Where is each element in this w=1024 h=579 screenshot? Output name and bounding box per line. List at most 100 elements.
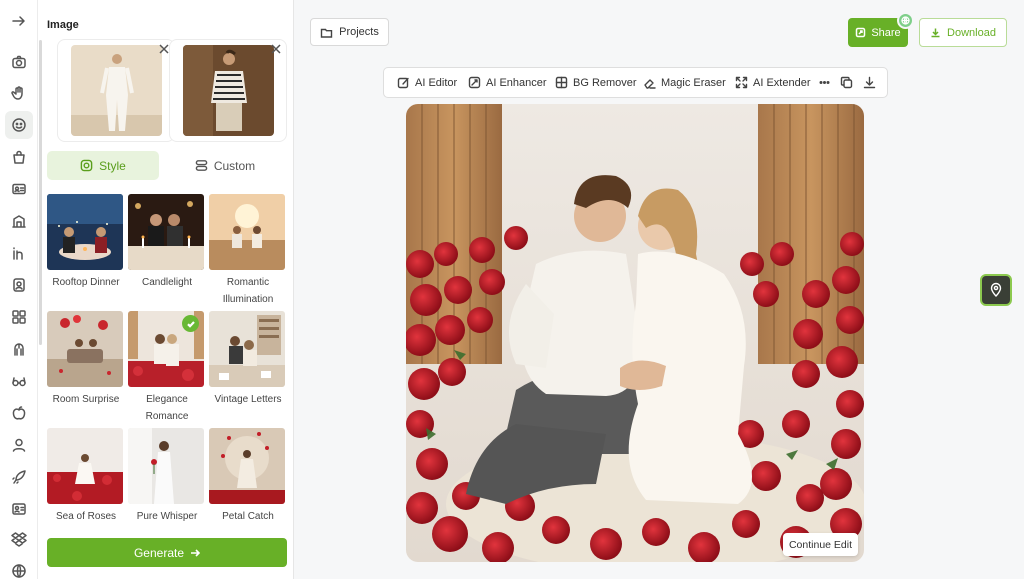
style-label: Candlelight — [141, 277, 193, 288]
magic-eraser-label: Magic Eraser — [661, 76, 726, 89]
style-label: Room Surprise — [52, 394, 120, 405]
style-tile[interactable]: Room Surprise — [47, 311, 125, 408]
building-icon[interactable] — [7, 209, 31, 233]
hand-icon[interactable] — [7, 81, 31, 105]
icon-rail — [0, 0, 38, 579]
style-tile[interactable]: Vintage Letters — [209, 311, 287, 408]
style-tile[interactable]: Sea of Roses — [47, 428, 125, 525]
download-label: Download — [947, 26, 996, 39]
style-tile[interactable]: Candlelight — [128, 194, 206, 291]
share-label: Share — [871, 26, 901, 39]
remove-reference-button[interactable] — [270, 42, 282, 54]
style-thumbnail — [128, 428, 204, 504]
style-label: Romantic Illumination — [222, 277, 274, 305]
reference-thumbnail — [71, 45, 162, 136]
toggle-icon — [195, 160, 208, 171]
download-icon — [863, 76, 876, 89]
style-tile[interactable]: Petal Catch — [209, 428, 287, 525]
style-tile[interactable]: Romantic Illumination — [209, 194, 287, 308]
style-tile[interactable]: Pure Whisper — [128, 428, 206, 525]
share-icon — [856, 27, 866, 38]
linkedin-icon[interactable] — [7, 241, 31, 265]
id-card-icon[interactable] — [7, 177, 31, 201]
tab-style[interactable]: Style — [47, 151, 159, 180]
style-thumbnail — [47, 428, 123, 504]
style-panel: Image Style Custom Rooftop Dinner Candle… — [38, 0, 294, 579]
download-button[interactable]: Download — [919, 18, 1007, 47]
more-button[interactable] — [818, 68, 831, 97]
generate-button[interactable]: Generate — [47, 538, 287, 567]
enhance-icon — [468, 76, 481, 89]
download-icon — [931, 28, 940, 38]
location-pin-icon — [990, 282, 1002, 297]
apple-icon[interactable] — [7, 401, 31, 425]
rocket-icon[interactable] — [7, 465, 31, 489]
toolbar-download-button[interactable] — [863, 68, 876, 97]
result-image[interactable] — [406, 104, 864, 562]
panel-title: Image — [47, 19, 79, 31]
dropbox-icon[interactable] — [7, 527, 31, 551]
style-label: Pure Whisper — [136, 511, 198, 522]
apps-icon[interactable] — [7, 305, 31, 329]
style-thumbnail — [47, 311, 123, 387]
reference-image-woman[interactable] — [57, 39, 175, 142]
style-thumbnail — [209, 428, 285, 504]
reference-image-man[interactable] — [169, 39, 287, 142]
style-tile-selected[interactable]: Elegance Romance — [126, 309, 206, 425]
camera-icon[interactable] — [7, 50, 31, 74]
ai-enhancer-label: AI Enhancer — [486, 76, 547, 89]
style-label: Vintage Letters — [214, 394, 282, 405]
bg-remover-button[interactable]: BG Remover — [555, 68, 637, 97]
ai-extender-button[interactable]: AI Extender — [735, 68, 810, 97]
glasses-icon[interactable] — [7, 369, 31, 393]
style-thumbnail — [209, 311, 285, 387]
projects-label: Projects — [339, 26, 379, 38]
style-thumbnail — [47, 194, 123, 270]
arrow-right-icon — [191, 548, 201, 557]
ai-editor-label: AI Editor — [415, 76, 458, 89]
eraser-icon — [644, 79, 656, 89]
edit-icon — [397, 77, 409, 89]
portrait-icon[interactable] — [7, 273, 31, 297]
style-label: Petal Catch — [222, 511, 274, 522]
globe-badge-icon — [897, 12, 914, 29]
hair-icon[interactable] — [7, 337, 31, 361]
contact-card-icon[interactable] — [7, 497, 31, 521]
bg-remover-label: BG Remover — [573, 76, 637, 89]
tab-custom[interactable]: Custom — [169, 151, 281, 180]
tab-custom-label: Custom — [213, 158, 256, 173]
floating-assistant-button[interactable] — [980, 274, 1012, 306]
person-icon[interactable] — [7, 433, 31, 457]
reference-thumbnail — [183, 45, 274, 136]
collapse-arrow-icon[interactable] — [7, 9, 31, 33]
globe-icon[interactable] — [7, 559, 31, 579]
continue-edit-button[interactable]: Continue Edit — [783, 533, 858, 556]
sticker-icon[interactable] — [5, 111, 33, 139]
style-label: Sea of Roses — [55, 511, 117, 522]
projects-button[interactable]: Projects — [310, 18, 389, 46]
tab-style-label: Style — [99, 158, 126, 173]
magic-eraser-button[interactable]: Magic Eraser — [643, 68, 726, 97]
duplicate-button[interactable] — [840, 68, 853, 97]
bag-icon[interactable] — [7, 145, 31, 169]
bg-remove-icon — [555, 76, 568, 89]
copy-icon — [840, 76, 853, 89]
folder-icon — [320, 28, 333, 38]
more-icon — [819, 80, 830, 84]
ai-editor-button[interactable]: AI Editor — [397, 68, 457, 97]
expand-icon — [735, 76, 748, 89]
style-grid[interactable]: Rooftop Dinner Candlelight Romantic Illu… — [38, 190, 294, 525]
instagram-icon — [80, 159, 93, 172]
style-label: Elegance Romance — [145, 394, 189, 422]
panel-scrollbar[interactable] — [39, 40, 42, 345]
style-label: Rooftop Dinner — [52, 277, 120, 288]
style-thumbnail — [128, 194, 204, 270]
style-thumbnail — [209, 194, 285, 270]
style-thumbnail — [128, 311, 204, 387]
edit-toolbar: AI Editor AI Enhancer BG Remover Magic E… — [383, 67, 888, 98]
selected-check-icon — [182, 315, 199, 332]
ai-enhancer-button[interactable]: AI Enhancer — [468, 68, 547, 97]
style-tile[interactable]: Rooftop Dinner — [47, 194, 125, 291]
generate-label: Generate — [133, 545, 185, 560]
ai-extender-label: AI Extender — [753, 76, 811, 89]
